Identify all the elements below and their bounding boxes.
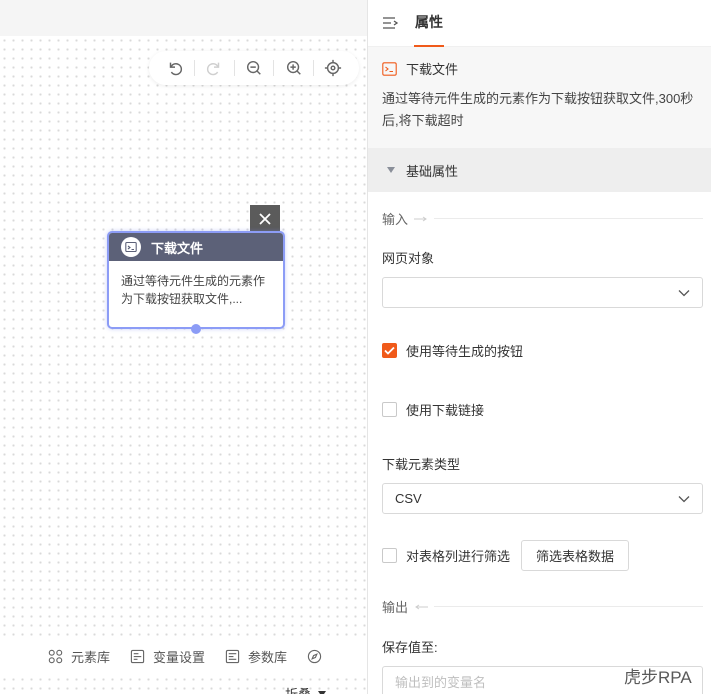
use-download-link-label: 使用下载链接 bbox=[406, 403, 485, 418]
chevron-down-icon bbox=[678, 495, 690, 502]
chevron-down-icon bbox=[678, 289, 690, 296]
output-group-header: 输出 bbox=[368, 597, 711, 616]
collapse-toggle[interactable]: 折叠 bbox=[285, 684, 327, 694]
compass-icon bbox=[307, 649, 322, 663]
target-icon[interactable] bbox=[321, 56, 345, 80]
checkbox-checked[interactable] bbox=[382, 343, 397, 358]
toolbar-divider bbox=[233, 60, 235, 76]
terminal-icon bbox=[121, 237, 141, 257]
download-type-select[interactable]: CSV bbox=[382, 483, 703, 514]
collapse-label: 折叠 bbox=[285, 684, 311, 694]
filter-table-data-button[interactable]: 筛选表格数据 bbox=[521, 540, 630, 571]
compass-button[interactable] bbox=[307, 649, 322, 664]
toolbar-divider bbox=[273, 60, 275, 76]
panel-tab-bar: 属性 bbox=[368, 0, 711, 47]
section-title: 基础属性 bbox=[406, 163, 459, 179]
basic-properties-section[interactable]: 基础属性 bbox=[368, 148, 711, 192]
variable-settings-label: 变量设置 bbox=[153, 649, 206, 665]
caret-down-icon bbox=[387, 167, 395, 173]
collapse-panel-icon[interactable] bbox=[382, 16, 400, 30]
component-info: 下载文件 通过等待元件生成的元素作为下载按钮获取文件,300秒后,将下载超时 bbox=[368, 47, 711, 148]
download-type-label: 下载元素类型 bbox=[382, 457, 461, 472]
component-title-row: 下载文件 bbox=[382, 59, 697, 78]
toolbar-divider bbox=[312, 60, 314, 76]
node-title: 下载文件 bbox=[151, 240, 204, 256]
element-library-label: 元素库 bbox=[71, 649, 111, 665]
component-description: 通过等待元件生成的元素作为下载按钮获取文件,300秒后,将下载超时 bbox=[382, 91, 694, 128]
zoom-in-icon[interactable] bbox=[282, 56, 306, 80]
node-description: 通过等待元件生成的元素作为下载按钮获取文件,... bbox=[121, 274, 266, 306]
save-to-label: 保存值至: bbox=[382, 640, 438, 655]
filter-columns-checkbox[interactable]: 对表格列进行筛选 筛选表格数据 bbox=[368, 540, 711, 571]
checkbox-unchecked[interactable] bbox=[382, 548, 397, 563]
divider bbox=[434, 218, 703, 219]
element-library-button[interactable]: 元素库 bbox=[48, 647, 110, 666]
parameter-library-icon bbox=[225, 649, 240, 663]
terminal-icon bbox=[382, 61, 397, 76]
output-group-label: 输出 bbox=[382, 600, 409, 615]
tab-properties[interactable]: 属性 bbox=[414, 0, 444, 47]
element-library-icon bbox=[48, 649, 63, 663]
canvas-top-strip bbox=[0, 0, 367, 36]
download-file-node[interactable]: 下载文件 通过等待元件生成的元素作为下载按钮获取文件,... bbox=[107, 231, 285, 329]
parameter-library-button[interactable]: 参数库 bbox=[225, 647, 287, 666]
redo-icon[interactable] bbox=[202, 56, 226, 80]
checkbox-unchecked[interactable] bbox=[382, 402, 397, 417]
flow-canvas[interactable]: 下载文件 通过等待元件生成的元素作为下载按钮获取文件,... 元素库 变量设置 … bbox=[0, 0, 367, 694]
canvas-bottom-bar: 元素库 变量设置 参数库 bbox=[0, 638, 367, 674]
use-wait-button-label: 使用等待生成的按钮 bbox=[406, 344, 524, 359]
divider bbox=[434, 606, 703, 607]
arrow-right-icon bbox=[414, 216, 427, 221]
canvas-toolbar bbox=[149, 51, 359, 85]
node-body: 通过等待元件生成的元素作为下载按钮获取文件,... bbox=[109, 261, 283, 319]
properties-panel: 属性 下载文件 通过等待元件生成的元素作为下载按钮获取文件,300秒后,将下载超… bbox=[367, 0, 711, 694]
undo-icon[interactable] bbox=[163, 56, 187, 80]
close-icon bbox=[259, 212, 271, 225]
use-wait-button-checkbox[interactable]: 使用等待生成的按钮 bbox=[368, 341, 711, 360]
input-group-label: 输入 bbox=[382, 212, 409, 227]
component-title: 下载文件 bbox=[406, 62, 459, 77]
web-object-label: 网页对象 bbox=[382, 251, 435, 266]
web-object-select[interactable] bbox=[382, 277, 703, 308]
parameter-library-label: 参数库 bbox=[248, 649, 288, 665]
node-header: 下载文件 bbox=[109, 233, 283, 261]
caret-down-icon bbox=[318, 690, 327, 694]
watermark: 虎步RPA bbox=[624, 668, 692, 687]
use-download-link-checkbox[interactable]: 使用下载链接 bbox=[368, 400, 711, 419]
check-icon bbox=[384, 346, 395, 355]
input-group-header: 输入 bbox=[368, 209, 711, 228]
zoom-out-icon[interactable] bbox=[242, 56, 266, 80]
variable-settings-icon bbox=[130, 649, 145, 663]
toolbar-divider bbox=[193, 60, 195, 76]
download-type-value: CSV bbox=[395, 491, 422, 506]
variable-settings-button[interactable]: 变量设置 bbox=[130, 647, 205, 666]
filter-columns-label: 对表格列进行筛选 bbox=[406, 549, 511, 564]
arrow-left-icon bbox=[415, 604, 429, 609]
node-delete-button[interactable] bbox=[250, 205, 280, 232]
node-output-port[interactable] bbox=[191, 324, 201, 334]
